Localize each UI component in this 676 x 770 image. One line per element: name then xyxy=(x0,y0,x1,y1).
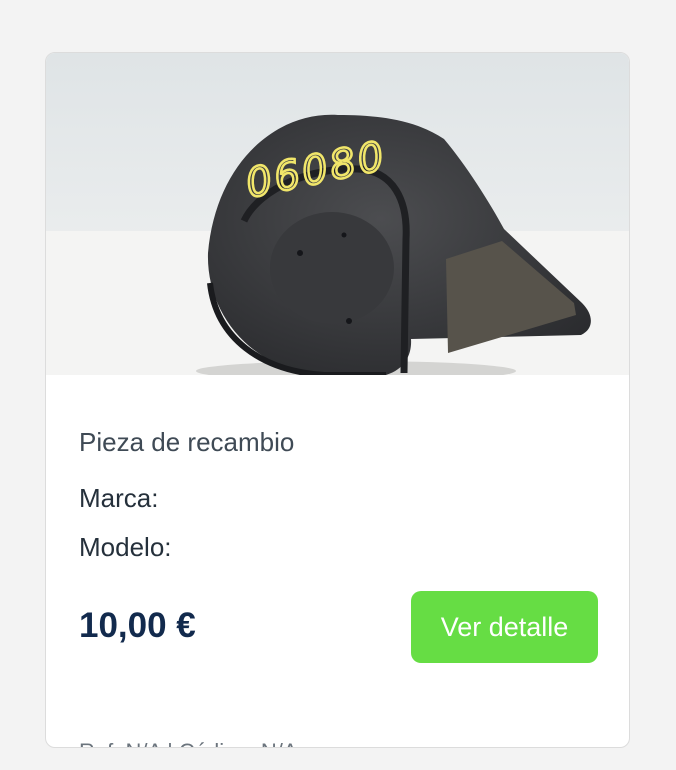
view-detail-button[interactable]: Ver detalle xyxy=(411,591,598,663)
product-price: 10,00 € xyxy=(79,606,196,645)
ref-separator: | xyxy=(167,739,173,747)
horn-hole-1 xyxy=(297,250,303,256)
product-card: 06080 Pieza de recambio Marca: Modelo: 1… xyxy=(45,52,630,748)
ref-label: Ref: xyxy=(79,739,119,747)
reference-line: Ref: N/A | Código: N/A xyxy=(79,739,298,747)
horn-hole-2 xyxy=(341,232,347,238)
horn-hole-3 xyxy=(346,318,352,324)
product-image[interactable]: 06080 xyxy=(46,53,630,375)
ref-value: N/A xyxy=(125,739,160,747)
brand-field: Marca: xyxy=(79,483,159,513)
code-value: N/A xyxy=(261,739,298,747)
model-field: Modelo: xyxy=(79,532,172,562)
code-label: Código: xyxy=(179,739,255,747)
horn-center-icon xyxy=(270,212,394,324)
product-type: Pieza de recambio xyxy=(79,427,295,457)
